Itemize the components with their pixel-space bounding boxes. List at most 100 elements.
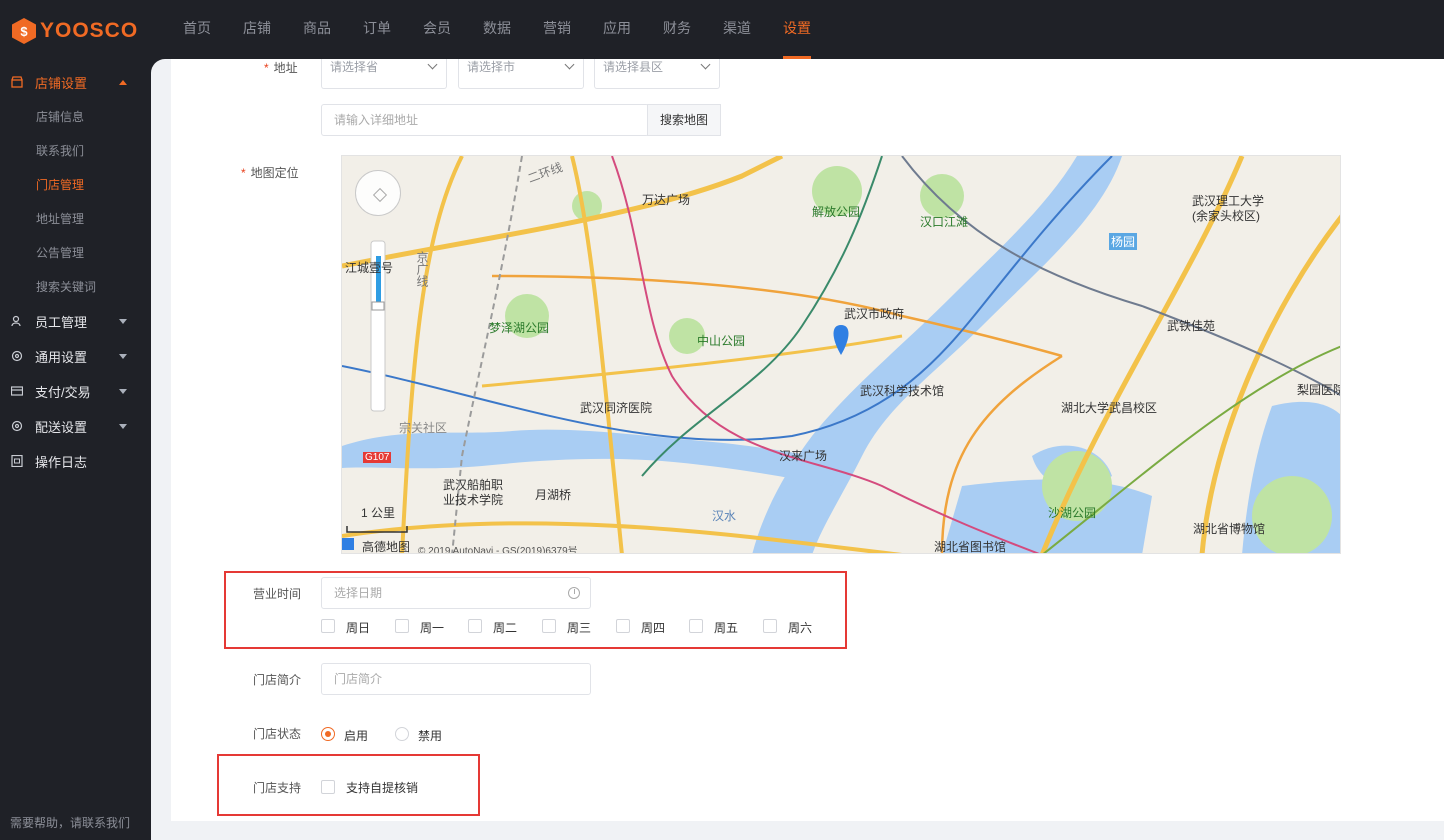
map-copyright: © 2019 AutoNavi - GS(2019)6379号 xyxy=(418,546,578,554)
map-label: 汉来广场 xyxy=(779,449,828,463)
weekday-label: 周一 xyxy=(420,621,445,635)
map-label: 梨园医院 xyxy=(1297,383,1341,397)
map-label: 江城壹号 xyxy=(345,261,394,275)
map-label: 湖北省博物馆 xyxy=(1193,522,1266,536)
nav-data[interactable]: 数据 xyxy=(467,0,527,59)
map-label: 汉水 xyxy=(712,509,737,523)
map-label: 月湖桥 xyxy=(535,488,572,502)
sidebar-group-label: 通用设置 xyxy=(35,349,88,365)
weekday-checkbox-thu[interactable] xyxy=(616,619,630,633)
nav-store[interactable]: 店铺 xyxy=(227,0,287,59)
sidebar-group-label: 员工管理 xyxy=(35,314,88,330)
sidebar-item-stores[interactable]: 门店管理 xyxy=(36,168,84,202)
map-label: 中山公园 xyxy=(697,334,746,348)
logo[interactable]: $ YOOSCO xyxy=(12,17,138,45)
nav-settings[interactable]: 设置 xyxy=(767,0,827,59)
map-label: 武汉同济医院 xyxy=(580,401,653,415)
province-select[interactable]: 请选择省 xyxy=(321,59,447,89)
weekday-checkbox-tue[interactable] xyxy=(468,619,482,633)
map-label: 杨园 xyxy=(1109,233,1138,250)
nav-members[interactable]: 会员 xyxy=(407,0,467,59)
chevron-down-icon xyxy=(119,318,127,324)
nav-home[interactable]: 首页 xyxy=(167,0,227,59)
content-area: * 地址 请选择省 请选择市 请选择县区 请输入详细地址 搜索地图 * 地图定位 xyxy=(151,59,1444,840)
nav-finance[interactable]: 财务 xyxy=(647,0,707,59)
nav-products[interactable]: 商品 xyxy=(287,0,347,59)
sidebar-item-addresses[interactable]: 地址管理 xyxy=(36,202,84,236)
map-label: * 地图定位 xyxy=(241,164,299,181)
chevron-down-icon xyxy=(700,59,711,70)
nav-channels[interactable]: 渠道 xyxy=(707,0,767,59)
weekday-checkbox-fri[interactable] xyxy=(689,619,703,633)
sidebar-group-staff[interactable]: 员工管理 xyxy=(0,304,151,338)
search-map-button[interactable]: 搜索地图 xyxy=(647,104,721,136)
sidebar-group-label: 配送设置 xyxy=(35,419,88,435)
sidebar-group-payment[interactable]: 支付/交易 xyxy=(0,374,151,408)
sidebar-group-label: 支付/交易 xyxy=(35,384,91,400)
status-option-label: 禁用 xyxy=(418,729,443,743)
date-input[interactable]: 选择日期 xyxy=(321,577,591,609)
top-bar: $ YOOSCO 首页 店铺 商品 订单 会员 数据 营销 应用 财务 渠道 设… xyxy=(0,0,1444,59)
intro-input[interactable]: 门店简介 xyxy=(321,663,591,695)
status-label: 门店状态 xyxy=(253,727,302,741)
map-label: 梦泽湖公园 xyxy=(489,321,550,335)
district-select[interactable]: 请选择县区 xyxy=(594,59,720,89)
required-mark: * xyxy=(241,166,246,180)
nav-marketing[interactable]: 营销 xyxy=(527,0,587,59)
chevron-down-icon xyxy=(119,388,127,394)
map-label: 武铁佳苑 xyxy=(1167,319,1216,333)
chevron-down-icon xyxy=(427,59,438,70)
help-text[interactable]: 需要帮助，请联系我们 xyxy=(10,814,130,831)
weekday-label: 周六 xyxy=(788,621,813,635)
required-mark: * xyxy=(264,61,269,75)
weekday-checkbox-sat[interactable] xyxy=(763,619,777,633)
nav-apps[interactable]: 应用 xyxy=(587,0,647,59)
nav-orders[interactable]: 订单 xyxy=(347,0,407,59)
intro-label: 门店简介 xyxy=(253,673,302,687)
weekday-label: 周二 xyxy=(493,621,518,635)
sidebar-group-label: 店铺设置 xyxy=(35,75,88,91)
status-option-label: 启用 xyxy=(344,729,369,743)
gear-icon xyxy=(11,420,23,432)
map-pan-control[interactable] xyxy=(355,170,401,216)
clock-icon xyxy=(568,587,580,599)
map-label-text: 地图定位 xyxy=(250,166,299,180)
log-icon xyxy=(11,454,23,468)
status-radio-disabled[interactable] xyxy=(395,727,409,741)
city-select[interactable]: 请选择市 xyxy=(458,59,584,89)
hours-label: 营业时间 xyxy=(253,587,302,601)
self-pickup-checkbox[interactable] xyxy=(321,780,335,794)
sidebar-item-keywords[interactable]: 搜索关键词 xyxy=(36,270,96,304)
map-label: 解放公园 xyxy=(812,205,861,219)
map-label: 武汉科学技术馆 xyxy=(860,384,945,398)
chevron-down-icon xyxy=(119,423,127,429)
user-icon xyxy=(11,315,23,327)
map-view[interactable]: 二环线 万达广场 解放公园 汉口江滩 武汉理工大学 (余家头校区) 江城壹号 京… xyxy=(341,155,1341,554)
store-icon xyxy=(11,76,23,88)
weekday-checkbox-sun[interactable] xyxy=(321,619,335,633)
sidebar-group-general[interactable]: 通用设置 xyxy=(0,339,151,373)
weekday-label: 周三 xyxy=(567,621,592,635)
weekday-label: 周五 xyxy=(714,621,739,635)
detail-address-input[interactable]: 请输入详细地址 xyxy=(321,104,649,136)
weekday-checkbox-mon[interactable] xyxy=(395,619,409,633)
weekday-checkbox-wed[interactable] xyxy=(542,619,556,633)
map-label: 万达广场 xyxy=(642,193,691,207)
map-label: 汉口江滩 xyxy=(920,215,969,229)
district-placeholder: 请选择县区 xyxy=(603,60,664,74)
gear-icon xyxy=(11,350,23,362)
map-label: 业技术学院 xyxy=(443,493,504,507)
status-radio-enabled[interactable] xyxy=(321,727,335,741)
sidebar-item-notices[interactable]: 公告管理 xyxy=(36,236,84,270)
map-label: (余家头校区) xyxy=(1192,209,1260,223)
chevron-down-icon xyxy=(564,59,575,70)
map-label: 武汉市政府 xyxy=(844,307,905,321)
sidebar-group-logs[interactable]: 操作日志 xyxy=(0,444,151,478)
sidebar-group-store-settings[interactable]: 店铺设置 xyxy=(0,65,151,99)
sidebar: 店铺设置 店铺信息 联系我们 门店管理 地址管理 公告管理 搜索关键词 员工管理… xyxy=(0,59,151,840)
sidebar-item-contact[interactable]: 联系我们 xyxy=(36,134,84,168)
map-label: 湖北大学武昌校区 xyxy=(1061,401,1158,415)
sidebar-group-delivery[interactable]: 配送设置 xyxy=(0,409,151,443)
sidebar-item-store-info[interactable]: 店铺信息 xyxy=(36,100,84,134)
address-label: * 地址 xyxy=(264,59,298,76)
